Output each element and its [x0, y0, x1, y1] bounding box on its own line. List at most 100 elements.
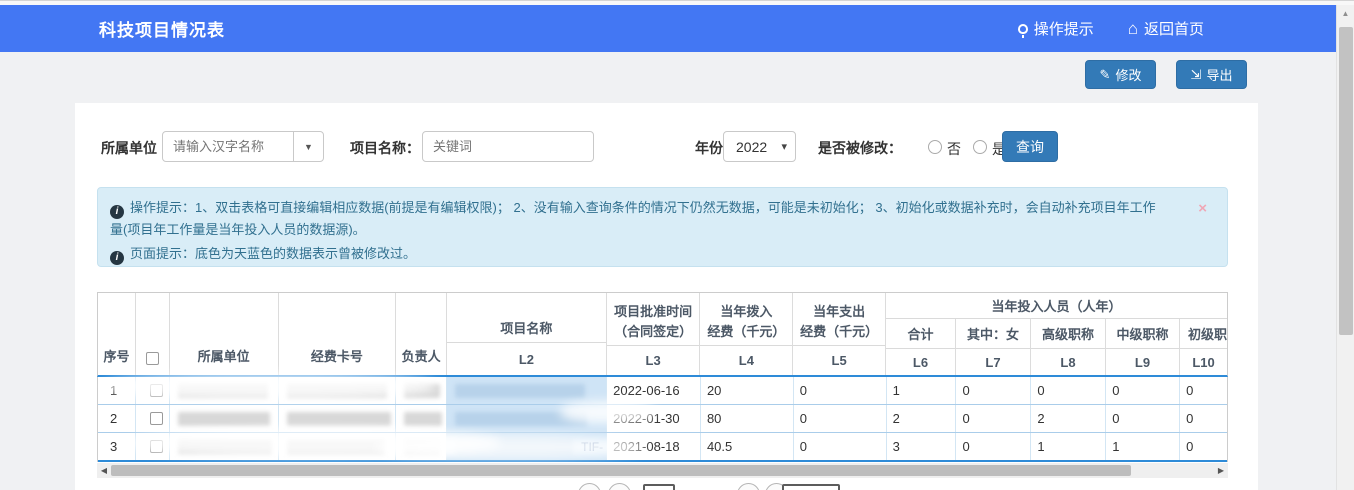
pagination-next-button[interactable]: [608, 483, 631, 490]
cell-project-name: TIF-: [447, 433, 607, 460]
projects-table: 序号 所属单位 经费卡号 负责人 项目名称 L2 项目批准时间 （合同签定） L…: [97, 292, 1228, 462]
search-button[interactable]: 查询: [1002, 131, 1058, 162]
horizontal-scrollbar[interactable]: ◀ ▶: [97, 463, 1228, 478]
unit-combobox[interactable]: ▼: [162, 131, 324, 162]
fund-out-label-1: 当年支出: [813, 302, 865, 322]
col-header-approve-time: 项目批准时间 （合同签定） L3: [607, 293, 701, 375]
cell-fund-in: 80: [701, 405, 794, 432]
caret-down-icon: ▼: [304, 142, 313, 152]
cell-total: 1: [887, 377, 957, 404]
cell-middle: 0: [1106, 377, 1180, 404]
notice-line1: 操作提示：1、双击表格可直接编辑相应数据(前提是有编辑权限)； 2、没有输入查询…: [110, 200, 1156, 237]
cell-senior: 0: [1031, 377, 1106, 404]
pagination-prev-button[interactable]: [578, 483, 601, 490]
cell-fund-out: 0: [794, 433, 887, 460]
export-icon: ⇲: [1191, 68, 1202, 81]
unit-input[interactable]: [163, 132, 293, 161]
personnel-group-label: 当年投入人员（人年）: [886, 293, 1227, 319]
cell-project-name: [447, 405, 607, 432]
row-checkbox[interactable]: [150, 412, 163, 425]
pagination-refresh-button[interactable]: [737, 483, 760, 490]
cell-approve-date: 2021-08-18: [607, 433, 701, 460]
cell-select: [136, 433, 170, 460]
modified-no-radio[interactable]: [928, 140, 942, 154]
scroll-up-icon[interactable]: ▲: [1337, 5, 1354, 22]
cell-fund-out: 0: [794, 377, 887, 404]
approve-time-label-1: 项目批准时间: [614, 302, 692, 322]
scroll-left-icon[interactable]: ◀: [97, 466, 111, 475]
unit-filter-label: 所属单位: [101, 138, 157, 158]
home-link[interactable]: ⌂ 返回首页: [1128, 18, 1204, 39]
cell-approve-date: 2022-06-16: [607, 377, 701, 404]
pagination-page-size-select[interactable]: [782, 484, 840, 490]
vertical-scrollbar-thumb[interactable]: [1339, 27, 1353, 335]
total-label: 合计: [886, 319, 955, 349]
table-body: 1 2022-06-16 20 0 1 0 0 0 0: [97, 377, 1228, 462]
edit-button[interactable]: ✎ 修改: [1085, 60, 1156, 89]
page-title: 科技项目情况表: [99, 16, 225, 41]
vertical-scrollbar[interactable]: ▲: [1336, 5, 1354, 490]
export-button[interactable]: ⇲ 导出: [1176, 60, 1247, 89]
junior-label: 初级职称: [1180, 319, 1227, 349]
col-header-fund-out: 当年支出 经费（千元） L5: [793, 293, 886, 375]
total-code: L6: [886, 349, 955, 375]
table-row[interactable]: 3 TIF- 2021-08-18 40.5 0 3 0 1 1 0: [98, 433, 1227, 462]
modified-yes-radio[interactable]: [973, 140, 987, 154]
project-filter-label: 项目名称：: [350, 138, 420, 158]
table-row[interactable]: 1 2022-06-16 20 0 1 0 0 0 0: [98, 377, 1227, 405]
cell-card: [279, 405, 397, 432]
tips-link[interactable]: 操作提示: [1018, 18, 1094, 39]
cell-fund-in: 40.5: [701, 433, 794, 460]
col-header-total: 合计 L6: [886, 319, 956, 375]
female-code: L7: [956, 349, 1030, 375]
notice-box: i操作提示：1、双击表格可直接编辑相应数据(前提是有编辑权限)； 2、没有输入查…: [97, 187, 1228, 267]
cell-senior: 2: [1031, 405, 1106, 432]
cell-leader: [396, 433, 447, 460]
senior-label: 高级职称: [1031, 319, 1105, 349]
page: 科技项目情况表 操作提示 ⌂ 返回首页 ✎ 修改 ⇲ 导出 所属单位 ▼ 项目名: [0, 0, 1354, 490]
modified-filter-label: 是否被修改：: [818, 138, 902, 158]
search-button-label: 查询: [1016, 137, 1044, 157]
year-select[interactable]: 2022 ▾: [723, 131, 796, 162]
project-name-code: L2: [447, 343, 606, 375]
row-checkbox[interactable]: [150, 440, 163, 453]
cell-card: [279, 433, 397, 460]
row-checkbox[interactable]: [150, 384, 163, 397]
unit-dropdown-button[interactable]: ▼: [293, 132, 323, 161]
close-icon[interactable]: ×: [1198, 198, 1207, 219]
edit-button-label: 修改: [1115, 65, 1141, 84]
cell-middle: 1: [1106, 433, 1180, 460]
fund-in-label-1: 当年拨入: [720, 302, 772, 322]
project-name-input[interactable]: [422, 131, 594, 162]
col-header-junior: 初级职称 L10: [1180, 319, 1227, 375]
col-header-card: 经费卡号: [279, 293, 397, 375]
fund-in-code: L4: [700, 346, 792, 375]
cell-leader: [396, 405, 447, 432]
approve-time-code: L3: [607, 346, 700, 375]
horizontal-scrollbar-thumb[interactable]: [111, 465, 1131, 476]
junior-code: L10: [1180, 349, 1227, 375]
project-name-label: 项目名称: [447, 293, 606, 343]
cell-no: 3: [98, 433, 136, 460]
pagination-page-input[interactable]: [643, 484, 675, 490]
table-row[interactable]: 2 2022-01-30 80 0 2 0 2 0 0: [98, 405, 1227, 433]
notice-line2: 页面提示：底色为天蓝色的数据表示曾被修改过。: [130, 246, 416, 261]
info-icon: i: [110, 205, 124, 219]
col-header-middle: 中级职称 L9: [1106, 319, 1180, 375]
cell-no: 2: [98, 405, 136, 432]
cell-project-name: [447, 377, 607, 404]
approve-time-label-2: （合同签定）: [614, 322, 692, 342]
fund-out-code: L5: [793, 346, 885, 375]
cell-no: 1: [98, 377, 136, 404]
senior-code: L8: [1031, 349, 1105, 375]
cell-total: 3: [887, 433, 957, 460]
cell-fund-out: 0: [794, 405, 887, 432]
cell-fund-in: 20: [701, 377, 794, 404]
scroll-right-icon[interactable]: ▶: [1214, 466, 1228, 475]
year-select-value: 2022: [736, 139, 767, 155]
select-all-checkbox[interactable]: [146, 352, 159, 365]
col-header-select: [136, 293, 170, 375]
col-group-personnel: 当年投入人员（人年） 合计 L6 其中：女 L7 高级职称 L8: [886, 293, 1227, 375]
cell-female: 0: [956, 405, 1031, 432]
cell-middle: 0: [1106, 405, 1180, 432]
